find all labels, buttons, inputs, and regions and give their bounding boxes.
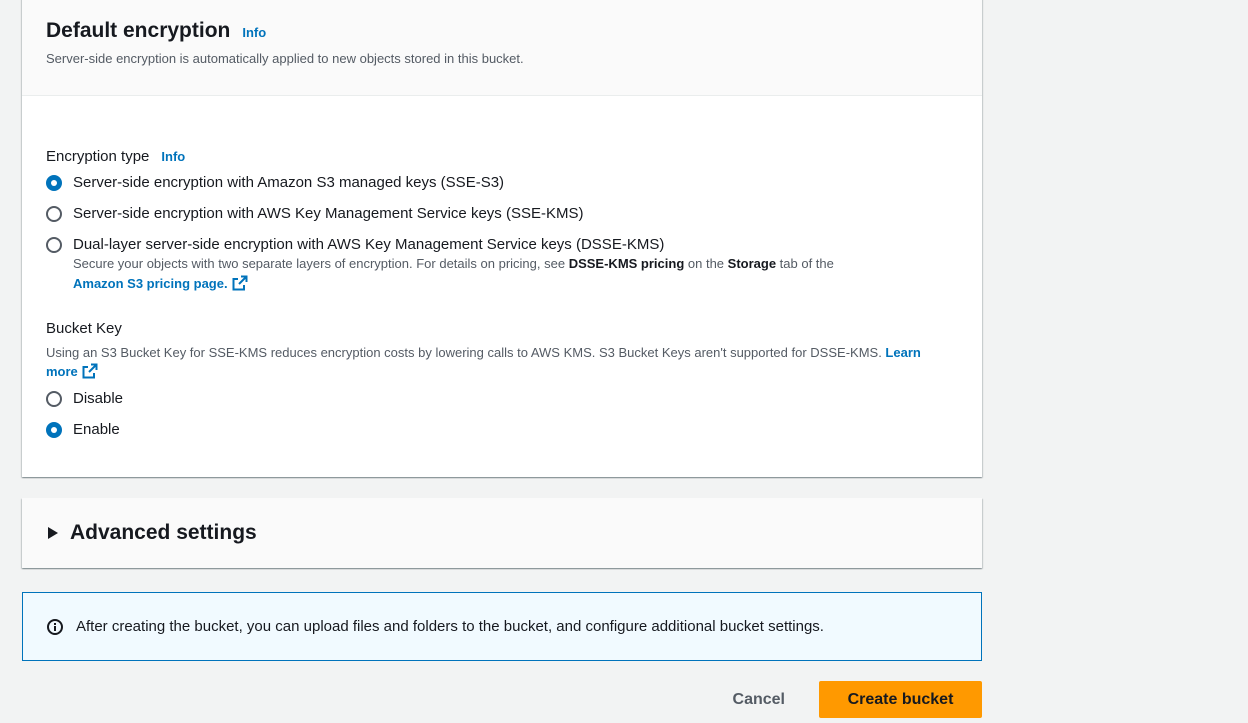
info-circle-icon [47,618,63,635]
radio-button[interactable] [46,236,62,253]
advanced-settings-title: Advanced settings [70,521,257,544]
radio-label-sse-s3: Server-side encryption with Amazon S3 ma… [73,174,505,191]
radio-button-checked[interactable] [46,174,62,191]
bucket-key-section: Bucket Key Using an S3 Bucket Key for SS… [46,320,958,445]
storage-tab-text: Storage [727,256,777,271]
encryption-type-info-link[interactable]: Info [161,149,185,164]
encryption-title-row: Default encryption Info [46,19,958,43]
radio-sse-kms[interactable]: Server-side encryption with AWS Key Mana… [46,198,958,229]
dsse-desc-text: on the [684,256,728,271]
radio-sse-s3[interactable]: Server-side encryption with Amazon S3 ma… [46,167,958,198]
radio-button[interactable] [46,390,62,407]
radio-label-disable: Disable [73,390,124,407]
dsse-desc-text: Secure your objects with two separate la… [73,256,569,271]
radio-bucket-key-disable[interactable]: Disable [46,383,958,414]
advanced-settings-panel: Advanced settings [22,498,982,568]
dsse-pricing-text: DSSE-KMS pricing [568,256,685,271]
caret-right-icon [48,527,58,539]
dsse-desc-text: tab of the [776,256,834,271]
radio-button-checked[interactable] [46,421,62,438]
bucket-key-desc-text: Using an S3 Bucket Key for SSE-KMS reduc… [46,345,886,360]
default-encryption-panel: Default encryption Info Server-side encr… [22,0,982,477]
bucket-key-description: Using an S3 Bucket Key for SSE-KMS reduc… [46,343,946,381]
s3-pricing-link-text: Amazon S3 pricing page. [73,276,228,291]
external-link-icon [232,275,248,291]
s3-pricing-page-link[interactable]: Amazon S3 pricing page. [73,275,248,291]
bucket-key-label: Bucket Key [46,320,122,337]
advanced-settings-toggle[interactable]: Advanced settings [22,498,982,568]
encryption-type-label-row: Encryption type Info [46,148,958,165]
info-alert: After creating the bucket, you can uploa… [22,592,982,661]
radio-label-sse-kms: Server-side encryption with AWS Key Mana… [73,205,584,222]
radio-bucket-key-enable[interactable]: Enable [46,414,958,445]
encryption-title: Default encryption [46,19,231,42]
encryption-body: Encryption type Info Server-side encrypt… [22,96,982,445]
dsse-kms-description: Secure your objects with two separate la… [73,254,943,294]
cancel-button[interactable]: Cancel [699,681,819,718]
radio-label-dsse-kms: Dual-layer server-side encryption with A… [73,236,665,253]
encryption-type-label: Encryption type [46,148,150,165]
external-link-icon [82,363,98,379]
alert-text: After creating the bucket, you can uploa… [76,618,824,635]
radio-label-enable: Enable [73,421,120,438]
encryption-header: Default encryption Info Server-side encr… [22,0,982,96]
encryption-description: Server-side encryption is automatically … [46,51,524,66]
create-bucket-button[interactable]: Create bucket [819,681,982,718]
encryption-info-link[interactable]: Info [242,25,266,40]
radio-button[interactable] [46,205,62,222]
form-actions: Cancel Create bucket [699,681,982,718]
